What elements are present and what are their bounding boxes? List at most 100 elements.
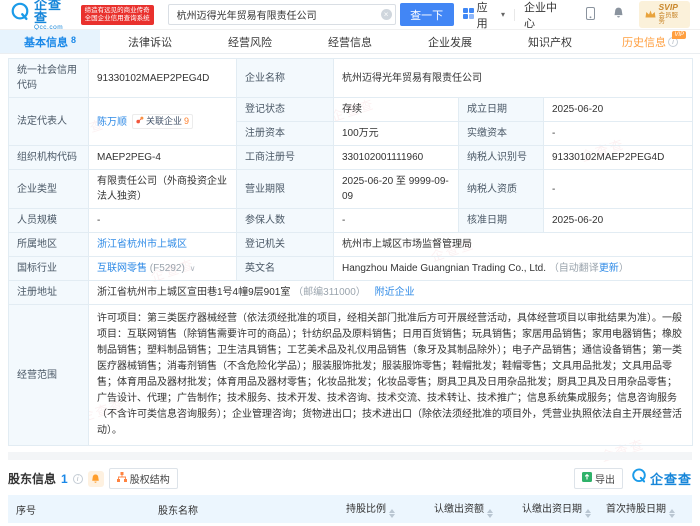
logo-text: 企查查 <box>34 0 63 25</box>
insured-value: - <box>333 208 459 233</box>
svip-text-block: SVIP 会员服务 <box>659 3 685 26</box>
tab-intellectual-property[interactable]: 知识产权 <box>500 30 600 53</box>
biz-reg-no-label: 工商注册号 <box>236 145 334 170</box>
scope-label: 经营范围 <box>8 304 89 446</box>
col-amount-label: 认缴出资额 <box>434 504 484 515</box>
credit-code-value: 91330102MAEP2PEG4D <box>88 58 237 98</box>
apps-menu[interactable]: 应用 ▾ <box>454 0 514 31</box>
tab-business-info[interactable]: 经营信息 <box>300 30 400 53</box>
shareholder-alert-button[interactable] <box>87 470 104 487</box>
qcc-brand-text: 企查查 <box>649 472 692 487</box>
sort-icon <box>487 509 493 518</box>
export-button[interactable]: 导出 <box>573 468 623 489</box>
industry-cell: 互联网零售 (F5292) ∨ <box>88 256 237 281</box>
equity-structure-button[interactable]: 股权结构 <box>108 468 178 489</box>
industry-link[interactable]: 互联网零售 <box>97 263 147 274</box>
header-nav: 应用 ▾ 企业中心 SVIP 会员服务 <box>454 0 690 31</box>
company-type-label: 企业类型 <box>8 169 89 209</box>
scope-value: 许可项目：第三类医疗器械经营（依法须经批准的项目，经相关部门批准后方可开展经营活… <box>87 304 694 446</box>
tab-basic-info-label: 基本信息 <box>23 36 68 49</box>
section-divider <box>8 452 692 460</box>
slogan-line-1: 缔造有远见的商业传奇 <box>84 6 150 14</box>
region-link[interactable]: 浙江省杭州市上城区 <box>97 239 187 250</box>
equity-structure-icon <box>116 472 127 485</box>
nearby-companies-link[interactable]: 附近企业 <box>375 287 415 298</box>
region-label: 所属地区 <box>8 232 89 257</box>
tab-company-development-label: 企业发展 <box>428 36 472 49</box>
staff-size-label: 人员规模 <box>8 208 89 233</box>
industry-label: 国标行业 <box>8 256 89 281</box>
legal-rep-label: 法定代表人 <box>8 97 89 146</box>
apps-menu-label: 应用 <box>476 1 488 30</box>
related-companies-count: 9 <box>184 115 190 126</box>
tab-history-info[interactable]: VIP 历史信息 i <box>600 30 700 53</box>
sort-icon <box>389 509 395 518</box>
established-value: 2025-06-20 <box>542 97 694 122</box>
clear-search-icon[interactable]: × <box>380 9 392 20</box>
tab-basic-info-count: 8 <box>70 34 76 45</box>
insured-label: 参保人数 <box>236 208 334 233</box>
chevron-down-icon: ▾ <box>501 10 506 19</box>
phone-icon <box>585 6 595 23</box>
reg-status-value: 存续 <box>333 97 459 122</box>
shareholder-title: 股东信息 <box>8 472 57 486</box>
svip-member-badge[interactable]: SVIP 会员服务 <box>638 1 690 28</box>
search-button[interactable]: 查一下 <box>399 3 454 26</box>
tab-business-info-label: 经营信息 <box>328 36 372 49</box>
english-name-cell: Hangzhou Maide Guangnian Trading Co., Lt… <box>332 256 694 281</box>
sort-icon <box>669 509 675 518</box>
taxpayer-qual-label: 纳税人资质 <box>458 169 544 209</box>
legal-rep-link[interactable]: 陈万顺 <box>97 117 127 128</box>
col-first-date-label: 首次持股日期 <box>606 504 666 515</box>
col-date-label: 认缴出资日期 <box>522 504 582 515</box>
tab-legal-litigation-label: 法律诉讼 <box>128 36 172 49</box>
related-companies-label: 关联企业 <box>146 115 183 126</box>
enterprise-center-link[interactable]: 企业中心 <box>515 0 576 31</box>
shareholder-table-header-row: 序号 股东名称 持股比例 认缴出资额 认缴出资日期 首次持股日期 <box>8 495 692 523</box>
tab-operating-risk[interactable]: 经营风险 <box>200 30 300 53</box>
equity-structure-label: 股权结构 <box>129 475 170 486</box>
col-amount[interactable]: 认缴出资额 <box>430 495 518 523</box>
company-name-value: 杭州迈得光年贸易有限责任公司 <box>332 58 694 98</box>
biz-term-value: 2025-06-20 至 9999-09-09 <box>333 169 459 209</box>
english-name-update-link[interactable]: 更新 <box>599 263 619 274</box>
paid-capital-label: 实缴资本 <box>458 121 544 146</box>
tab-intellectual-property-label: 知识产权 <box>528 36 572 49</box>
industry-chevron-down-icon[interactable]: ∨ <box>190 264 196 273</box>
established-label: 成立日期 <box>458 97 544 122</box>
related-companies-badge[interactable]: 关联企业 9 <box>132 113 194 129</box>
col-first-date[interactable]: 首次持股日期 <box>602 495 692 523</box>
tab-basic-info[interactable]: 基本信息 8 <box>0 30 100 53</box>
col-shareholder-name: 股东名称 <box>50 495 342 523</box>
tab-legal-litigation[interactable]: 法律诉讼 <box>100 30 200 53</box>
mobile-app-button[interactable] <box>577 6 604 23</box>
alert-bell-icon <box>92 474 100 483</box>
credit-code-label: 统一社会信用代码 <box>8 58 89 98</box>
reg-status-label: 登记状态 <box>236 97 334 122</box>
notifications-button[interactable] <box>604 7 633 22</box>
approval-date-value: 2025-06-20 <box>542 208 694 233</box>
shareholder-header: 股东信息 1 i 股权结构 导出 企查查 <box>8 468 692 489</box>
paid-capital-value: - <box>542 121 694 146</box>
tab-company-development[interactable]: 企业发展 <box>400 30 500 53</box>
search-input[interactable] <box>167 4 396 25</box>
top-header: 企查查 Qcc.com 缔造有远见的商业传奇 全国企业信用查询系统 × 查一下 … <box>0 0 700 30</box>
registry-value: 杭州市上城区市场监督管理局 <box>332 232 694 257</box>
org-code-value: MAEP2PEG-4 <box>88 145 237 170</box>
svip-subtitle: 会员服务 <box>658 11 679 26</box>
shareholder-toolbar-right: 导出 企查查 <box>573 468 692 489</box>
biz-term-label: 营业期限 <box>236 169 334 209</box>
col-ratio[interactable]: 持股比例 <box>342 495 430 523</box>
tab-bar: 基本信息 8 法律诉讼 经营风险 经营信息 企业发展 知识产权 VIP 历史信息… <box>0 30 700 54</box>
industry-code: (F5292) <box>149 263 185 274</box>
export-label: 导出 <box>594 475 615 486</box>
qcc-logo[interactable]: 企查查 Qcc.com <box>10 0 76 31</box>
sort-icon <box>585 509 591 518</box>
shareholder-count: 1 <box>61 471 68 486</box>
col-date[interactable]: 认缴出资日期 <box>518 495 602 523</box>
staff-size-value: - <box>88 208 237 233</box>
org-code-label: 组织机构代码 <box>8 145 89 170</box>
logo-text-block: 企查查 Qcc.com <box>34 0 76 31</box>
related-companies-icon <box>136 115 144 129</box>
qcc-company-page: 企查查 Qcc.com 缔造有远见的商业传奇 全国企业信用查询系统 × 查一下 … <box>0 0 700 526</box>
